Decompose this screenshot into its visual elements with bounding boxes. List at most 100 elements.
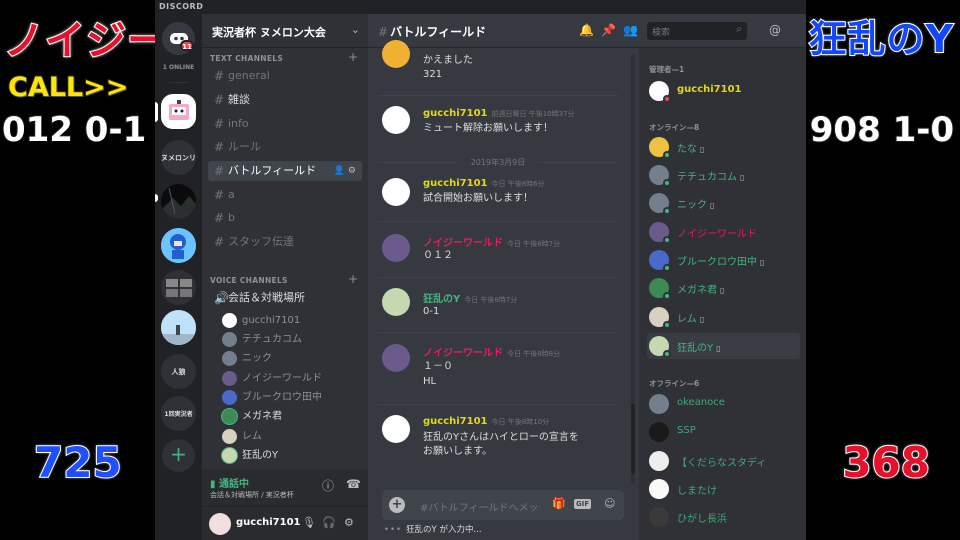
voice-user[interactable]: gucchi7101: [222, 311, 362, 330]
emoji-icon[interactable]: ☺: [604, 497, 615, 510]
mention-icon[interactable]: @: [769, 23, 781, 37]
add-channel-icon[interactable]: +: [348, 50, 358, 64]
message-author[interactable]: gucchi7101 前週日曜日 午後10時37分: [423, 108, 575, 119]
server-icon-dark[interactable]: [161, 184, 196, 219]
avatar[interactable]: [382, 106, 410, 134]
message-author[interactable]: 狂乱のY 今日 午後8時7分: [423, 290, 517, 305]
voice-channel-main[interactable]: 🔊 会話＆対戦場所: [208, 288, 362, 308]
avatar[interactable]: [382, 178, 410, 206]
channel-general[interactable]: # general: [208, 66, 362, 86]
message-author[interactable]: gucchi7101 今日 午後8時10分: [423, 416, 549, 427]
avatar: [222, 332, 237, 347]
voice-user-speaking[interactable]: メガネ君: [222, 407, 362, 426]
typing-indicator: ••• 狂乱のY が入力中...: [384, 523, 482, 535]
server-icon-numeronri[interactable]: ヌメロンリ: [161, 140, 196, 175]
voice-user[interactable]: ブルークロウ田中: [222, 388, 362, 407]
left-player-guess: 012 0-1: [1, 109, 147, 151]
chevron-down-icon[interactable]: ⌄: [351, 23, 360, 36]
voice-user[interactable]: ノイジーワールド: [222, 369, 362, 388]
scrollbar-thumb[interactable]: [631, 404, 635, 474]
hash-icon: #: [214, 69, 225, 83]
member[interactable]: レム ▯: [647, 304, 800, 330]
member-offline[interactable]: しまたけ: [647, 476, 800, 502]
avatar[interactable]: [382, 344, 410, 372]
voice-user[interactable]: ニック: [222, 349, 362, 368]
settings-gear-icon[interactable]: ⚙: [344, 516, 354, 529]
member-offline[interactable]: ひがし長浜: [647, 504, 800, 530]
hash-icon: #: [214, 211, 225, 225]
server-icon-sky[interactable]: [161, 310, 196, 345]
channel-info[interactable]: # info: [208, 114, 362, 134]
avatar[interactable]: [382, 234, 410, 262]
voice-user[interactable]: テチュカコム: [222, 330, 362, 349]
member-selected[interactable]: 狂乱のY ▯: [647, 333, 800, 359]
member-label: レム ▯: [677, 310, 704, 325]
channel-staff[interactable]: # スタッフ伝達: [208, 232, 362, 252]
voice-user-name: メガネ君: [242, 411, 282, 422]
message-author[interactable]: gucchi7101 今日 午後8時6分: [423, 178, 545, 189]
bell-icon[interactable]: 🔔: [579, 23, 594, 37]
avatar[interactable]: [382, 288, 410, 316]
member-offline[interactable]: okeanoce: [647, 391, 800, 417]
server-icon-1st[interactable]: 1回実況者: [161, 396, 196, 431]
member-offline[interactable]: 【くだらなスタディ: [647, 448, 800, 474]
voice-user[interactable]: レム: [222, 427, 362, 446]
message-composer[interactable]: + #バトルフィールドへメッセージを送信 🎁 GIF ☺: [382, 490, 624, 520]
member[interactable]: たな ▯: [647, 134, 800, 160]
game-icon: ▯: [716, 344, 721, 353]
microphone-icon[interactable]: 🎙: [302, 516, 316, 529]
headphones-icon[interactable]: 🎧: [322, 516, 336, 529]
member[interactable]: テチュカコム ▯: [647, 162, 800, 188]
message-author[interactable]: ノイジーワールド 今日 午後8時7分: [423, 234, 560, 249]
server-icon-numeron[interactable]: [161, 94, 196, 129]
server-icon-jinro[interactable]: 人狼: [161, 354, 196, 389]
channel-rules[interactable]: # ルール: [208, 137, 362, 157]
server-icon-megaman[interactable]: [161, 228, 196, 263]
message-input[interactable]: #バトルフィールドへメッセージを送信: [420, 499, 540, 514]
member[interactable]: ニック ▯: [647, 190, 800, 216]
status-dot: [663, 179, 671, 187]
member-offline[interactable]: SSP: [647, 419, 800, 445]
disconnect-icon[interactable]: ☎: [346, 477, 361, 491]
member[interactable]: ブルークロウ田中 ▯: [647, 247, 800, 273]
member-name: ひがし長浜: [677, 514, 727, 525]
separator: [169, 82, 188, 83]
channel-label: 雑談: [228, 93, 250, 106]
date-divider: 2019年3月9日: [378, 156, 618, 168]
online-category: オンライン—8: [649, 123, 700, 132]
gift-icon[interactable]: 🎁: [552, 497, 566, 510]
pin-icon[interactable]: 📌: [601, 23, 616, 37]
search-input[interactable]: 検索 ⌕: [647, 22, 747, 40]
voice-user-speaking[interactable]: 狂乱のY: [222, 446, 362, 465]
invite-and-settings-icons[interactable]: 👤 ⚙: [334, 161, 356, 181]
server-header[interactable]: 実況者杯 ヌメロン大会 ⌄: [202, 14, 368, 48]
add-server-button[interactable]: +: [162, 439, 195, 472]
upload-plus-icon[interactable]: +: [389, 497, 405, 513]
text-channels-category[interactable]: TEXT CHANNELS: [210, 54, 283, 63]
member-admin[interactable]: gucchi7101: [647, 78, 800, 104]
member-list-icon[interactable]: 👥: [623, 23, 638, 37]
text-logo-icon: [165, 278, 192, 297]
member-list: 管理者—1 gucchi7101 オンライン—8 たな ▯ テチュカコム ▯ ニック…: [639, 48, 806, 540]
channel-zatsudan[interactable]: # 雑談: [208, 90, 362, 110]
message-text: ０１２: [423, 250, 453, 261]
avatar[interactable]: [382, 415, 410, 443]
avatar: [649, 394, 669, 414]
member[interactable]: ノイジーワールド: [647, 219, 800, 245]
channel-battlefield[interactable]: # バトルフィールド 👤 ⚙: [208, 161, 362, 181]
gif-button[interactable]: GIF: [574, 499, 592, 509]
member-label: メガネ君 ▯: [677, 281, 724, 296]
member[interactable]: メガネ君 ▯: [647, 275, 800, 301]
server-icon-jikkyo[interactable]: [161, 270, 196, 305]
avatar[interactable]: [382, 40, 410, 68]
server-list: 11 1 ONLINE ヌメロンリ 人狼 1回実況者 +: [155, 14, 202, 540]
voice-user-name: ニック: [242, 353, 272, 364]
user-avatar[interactable]: [209, 513, 231, 535]
channel-b[interactable]: # b: [208, 208, 362, 228]
info-icon[interactable]: ⓘ: [322, 477, 334, 494]
add-voice-channel-icon[interactable]: +: [348, 272, 358, 286]
message-author[interactable]: ノイジーワールド 今日 午後8時8分: [423, 344, 560, 359]
channel-a[interactable]: # a: [208, 185, 362, 205]
voice-channels-category[interactable]: VOICE CHANNELS: [210, 276, 288, 285]
game-icon: ▯: [720, 286, 725, 295]
